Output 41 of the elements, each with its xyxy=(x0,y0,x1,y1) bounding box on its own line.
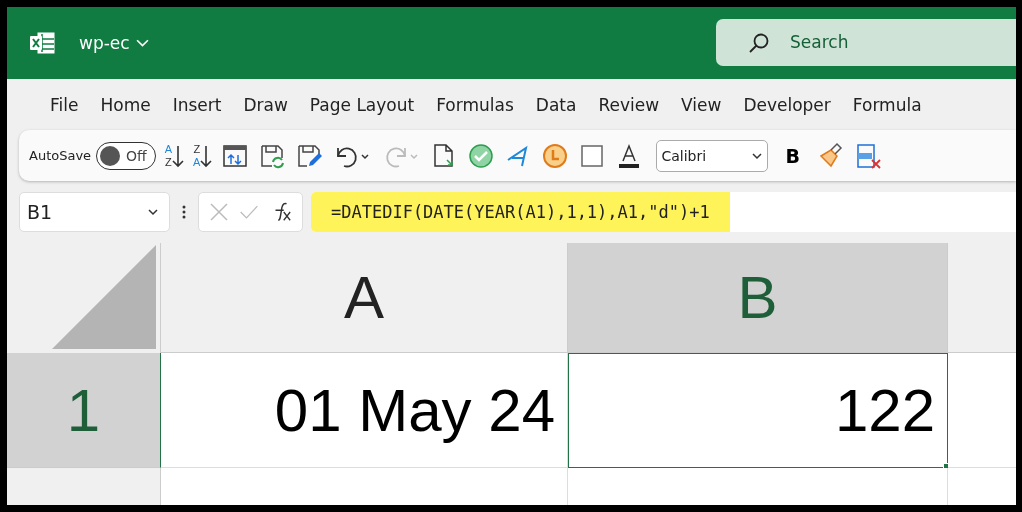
table-cell[interactable]: 122 xyxy=(568,353,948,468)
corner-triangle-icon xyxy=(52,245,156,349)
menu-tab[interactable]: Draw xyxy=(232,94,299,115)
menu-tab[interactable]: Insert xyxy=(161,94,233,115)
menu-tab[interactable]: Page Layout xyxy=(298,94,426,115)
table-cell[interactable] xyxy=(948,353,1016,468)
formula-text: =DATEDIF(DATE(YEAR(A1),1,1),A1,"d")+1 xyxy=(311,192,730,232)
sort-ascending-button[interactable]: A Z xyxy=(164,140,185,171)
excel-logo-icon[interactable] xyxy=(29,31,55,55)
menu-tab[interactable]: Data xyxy=(524,94,588,115)
menu-tab[interactable]: Formulas xyxy=(425,94,525,115)
table-cell[interactable]: 01 May 24 xyxy=(161,353,568,468)
table-cell[interactable] xyxy=(161,468,568,505)
autosave-toggle[interactable]: Off xyxy=(96,141,156,170)
bold-button[interactable]: B xyxy=(777,144,808,167)
check-circle-icon[interactable] xyxy=(467,141,496,170)
row-header[interactable]: 1 xyxy=(7,353,161,468)
menu-tab[interactable]: Review xyxy=(587,94,671,115)
chevron-down-icon xyxy=(135,38,149,48)
table-cell[interactable] xyxy=(568,468,948,505)
menu-tab[interactable]: Formula xyxy=(841,94,933,115)
clock-icon[interactable] xyxy=(541,141,570,170)
more-options-icon[interactable] xyxy=(182,204,186,220)
formula-input[interactable]: =DATEDIF(DATE(YEAR(A1),1,1),A1,"d")+1 xyxy=(311,192,1016,232)
autosave-label: AutoSave xyxy=(29,148,92,163)
column-header[interactable]: B xyxy=(568,243,948,353)
menu-tab[interactable]: Developer xyxy=(732,94,842,115)
search-field[interactable]: Search xyxy=(716,18,1016,66)
cancel-icon[interactable] xyxy=(209,202,229,222)
font-dropdown[interactable]: Calibri xyxy=(656,139,769,172)
column-header[interactable]: A xyxy=(161,243,568,353)
search-icon xyxy=(748,31,770,54)
sort-descending-button[interactable]: Z A xyxy=(193,140,213,171)
chevron-down-icon xyxy=(751,151,764,160)
chevron-down-icon xyxy=(147,208,159,216)
menu-tab[interactable]: Home xyxy=(89,94,162,115)
menu-tab[interactable]: File xyxy=(39,94,90,115)
menu-tab[interactable]: View xyxy=(670,94,733,115)
workbook-name-button[interactable]: wp-ec xyxy=(79,33,149,53)
name-box[interactable]: B1 xyxy=(19,192,170,232)
table-cell[interactable] xyxy=(948,468,1016,505)
